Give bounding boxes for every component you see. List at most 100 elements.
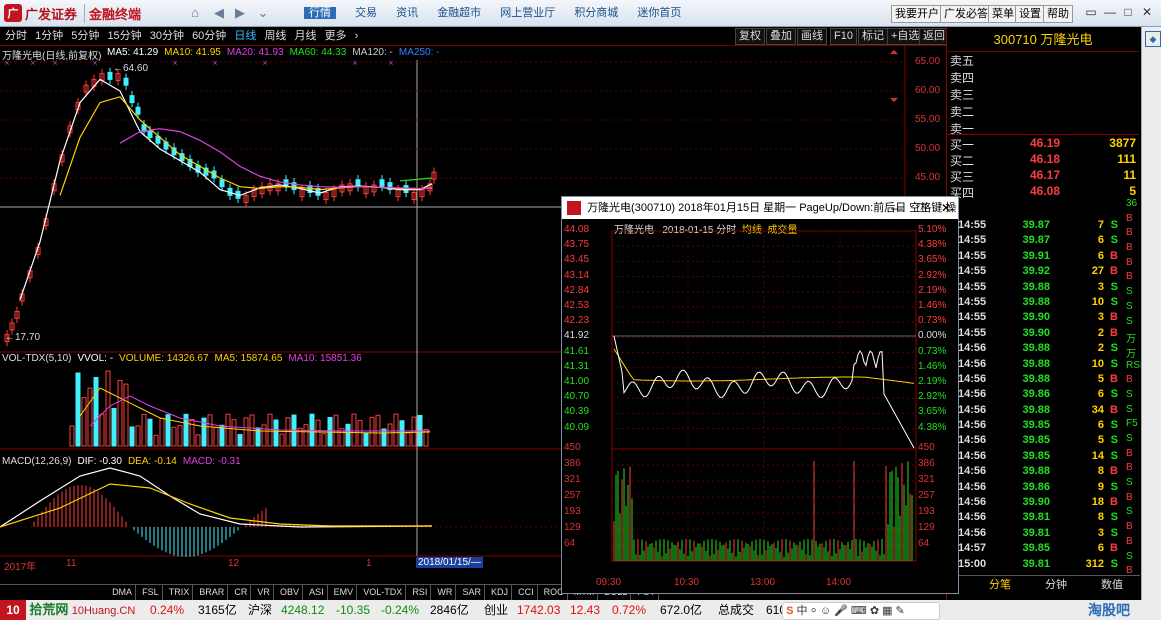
nav-points-mall[interactable]: 积分商城 bbox=[574, 7, 618, 19]
nav-mini-home[interactable]: 迷你首页 bbox=[637, 7, 681, 19]
intraday-popup[interactable]: 万隆光电(300710) 2018年01月15日 星期一 PageUp/Down… bbox=[561, 196, 959, 594]
volume-bar bbox=[171, 426, 177, 447]
tab-1min[interactable]: 1分钟 bbox=[35, 27, 63, 45]
back-icon[interactable]: ◀ bbox=[211, 5, 227, 21]
chevron-down-icon[interactable]: ⌄ bbox=[255, 5, 271, 21]
popup-price-tick: 42.23 bbox=[564, 315, 590, 327]
intraday-chart[interactable] bbox=[562, 219, 958, 593]
open-account-button[interactable]: 我要开户 bbox=[891, 5, 943, 23]
tab-weekly[interactable]: 周线 bbox=[264, 27, 286, 45]
watermark-badge: 10 bbox=[0, 600, 26, 620]
popup-price-tick: 43.75 bbox=[564, 239, 590, 251]
ind-fsl[interactable]: FSL bbox=[139, 585, 163, 600]
product-name: 金融终端 bbox=[84, 3, 141, 23]
volume-bar bbox=[231, 419, 237, 447]
tab-15min[interactable]: 15分钟 bbox=[107, 27, 141, 45]
status-index3[interactable]: 创业 bbox=[484, 600, 508, 620]
ind-obv[interactable]: OBV bbox=[277, 585, 304, 600]
ma20-line bbox=[119, 128, 432, 190]
popup-close-icon[interactable]: ✕ bbox=[941, 197, 951, 219]
maximize-icon[interactable]: □ bbox=[1120, 4, 1136, 20]
ind-asi[interactable]: ASI bbox=[306, 585, 328, 600]
f10-button[interactable]: F10 bbox=[830, 28, 857, 45]
adjust-button[interactable]: 复权 bbox=[735, 28, 765, 45]
ind-cci[interactable]: CCI bbox=[515, 585, 538, 600]
side-tool-icon[interactable]: ◆ bbox=[1145, 31, 1161, 47]
x-label-jan: 1 bbox=[366, 558, 372, 569]
svg-text:×: × bbox=[212, 59, 218, 67]
tick-time: 14:56 bbox=[958, 465, 987, 478]
return-button[interactable]: 返回 bbox=[919, 28, 949, 45]
tab-5min[interactable]: 5分钟 bbox=[71, 27, 99, 45]
home-icon[interactable]: ⌂ bbox=[187, 5, 203, 21]
volume-bar bbox=[177, 425, 183, 447]
tab-ticks[interactable]: 分笔 bbox=[972, 576, 1028, 591]
tab-daily[interactable]: 日线 bbox=[234, 27, 256, 45]
nav-trade[interactable]: 交易 bbox=[355, 7, 377, 19]
ind-emv[interactable]: EMV bbox=[331, 585, 358, 600]
edge-cell: S bbox=[1126, 403, 1133, 415]
tab-intraday[interactable]: 分时 bbox=[5, 27, 27, 45]
nav-news[interactable]: 资讯 bbox=[396, 7, 418, 19]
buy3-label: 买三 bbox=[950, 170, 975, 184]
ind-rsi[interactable]: RSI bbox=[409, 585, 432, 600]
nav-online-hall[interactable]: 网上营业厅 bbox=[500, 7, 555, 19]
ma250-label: MA250: - bbox=[398, 47, 440, 58]
ind-sar[interactable]: SAR bbox=[459, 585, 485, 600]
tick-volume: 5 bbox=[1097, 372, 1104, 385]
popup-maximize-icon[interactable]: ☐ bbox=[916, 197, 927, 219]
forward-icon[interactable]: ▶ bbox=[232, 5, 248, 21]
tick-row: 14:56 39.88 8 B bbox=[958, 464, 1138, 479]
nav-finance-market[interactable]: 金融超市 bbox=[437, 7, 481, 19]
tab-30min[interactable]: 30分钟 bbox=[150, 27, 184, 45]
draw-line-button[interactable]: 画线 bbox=[797, 28, 827, 45]
price-axis-65: 65.00 bbox=[915, 56, 941, 67]
help-button[interactable]: 帮助 bbox=[1043, 5, 1073, 23]
popup-pct-tick: 0.73% bbox=[918, 345, 947, 357]
candle bbox=[107, 71, 113, 80]
faq-button[interactable]: 广发必答 bbox=[940, 5, 992, 23]
status-index2[interactable]: 沪深 bbox=[248, 600, 272, 620]
ind-brar[interactable]: BRAR bbox=[196, 585, 229, 600]
tick-time: 14:55 bbox=[958, 280, 987, 293]
nav-quotes[interactable]: 行情 bbox=[304, 7, 336, 19]
edge-cell: B bbox=[1126, 374, 1133, 386]
popup-price-tick: 42.53 bbox=[564, 300, 590, 311]
ind-trix[interactable]: TRIX bbox=[166, 585, 194, 600]
tick-row: 14:56 39.86 6 S bbox=[958, 387, 1138, 402]
close-icon[interactable]: ✕ bbox=[1139, 4, 1155, 20]
tick-side: S bbox=[1110, 295, 1118, 308]
popup-minimize-icon[interactable]: — bbox=[891, 197, 903, 219]
volume-bar bbox=[357, 419, 363, 447]
tab-more[interactable]: 更多 bbox=[325, 27, 347, 45]
add-watchlist-button[interactable]: +自选 bbox=[887, 28, 924, 45]
ind-wr[interactable]: WR bbox=[434, 585, 457, 600]
popup-price-tick: 41.92 bbox=[564, 330, 590, 342]
restore-icon[interactable]: ▭ bbox=[1083, 4, 1099, 20]
chevron-right-icon[interactable]: › bbox=[355, 27, 359, 45]
tab-60min[interactable]: 60分钟 bbox=[192, 27, 226, 45]
minimize-icon[interactable]: — bbox=[1102, 4, 1118, 20]
tick-price: 39.90 bbox=[1022, 496, 1050, 509]
ind-dma[interactable]: DMA bbox=[109, 585, 137, 600]
ind-vr[interactable]: VR bbox=[254, 585, 274, 600]
stock-title: 300710 万隆光电 bbox=[947, 29, 1139, 52]
ind-voltdx[interactable]: VOL-TDX bbox=[360, 585, 407, 600]
tab-minute[interactable]: 分钟 bbox=[1028, 576, 1084, 591]
mark-button[interactable]: 标记 bbox=[858, 28, 888, 45]
ime-toolbar[interactable]: S 中 ⸰ ☺ 🎤 ⌨ ✿ ▦ ✎ bbox=[782, 602, 940, 620]
tick-volume: 14 bbox=[1091, 449, 1104, 462]
settings-button[interactable]: 设置 bbox=[1015, 5, 1045, 23]
tick-price: 39.88 bbox=[1022, 280, 1050, 293]
popup-title-bar[interactable]: 万隆光电(300710) 2018年01月15日 星期一 PageUp/Down… bbox=[562, 197, 958, 236]
tab-monthly[interactable]: 月线 bbox=[295, 27, 317, 45]
overlay-button[interactable]: 叠加 bbox=[766, 28, 796, 45]
menu-button[interactable]: 菜单 bbox=[988, 5, 1018, 23]
popup-vol-tick: 257 bbox=[564, 490, 581, 501]
tick-price: 39.88 bbox=[1022, 357, 1050, 370]
tab-values[interactable]: 数值 bbox=[1084, 576, 1140, 591]
tick-list[interactable]: 14:55 39.87 7 S 14:55 39.87 6 S 14:55 39.91 6 B 14:5… bbox=[958, 218, 1138, 572]
buy1-row: 买一 46.19 3877 bbox=[950, 136, 1138, 152]
ind-cr[interactable]: CR bbox=[231, 585, 252, 600]
ind-kdj[interactable]: KDJ bbox=[488, 585, 513, 600]
